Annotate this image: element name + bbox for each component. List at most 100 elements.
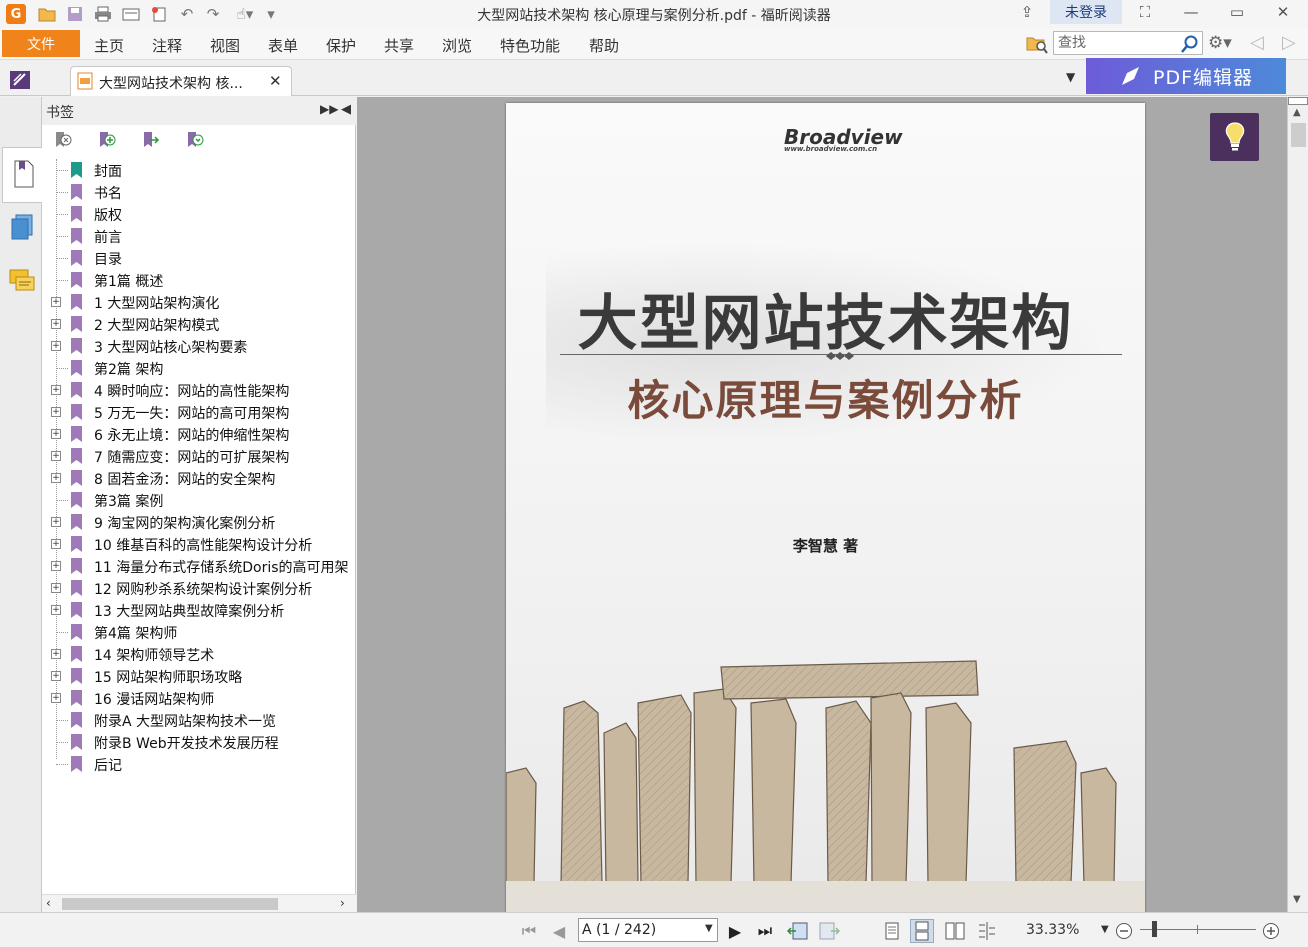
scroll-left-icon[interactable]: ‹ [46, 896, 51, 910]
bookmark-item[interactable]: +1 大型网站架构演化 [42, 291, 356, 313]
bookmark-item[interactable]: +14 架构师领导艺术 [42, 643, 356, 665]
bookmark-item[interactable]: 封面 [42, 159, 356, 181]
page-number-input[interactable] [578, 918, 718, 942]
next-result-icon[interactable]: ▷ [1282, 32, 1296, 53]
zoom-in-icon[interactable] [1259, 919, 1283, 943]
menu-home[interactable]: 主页 [94, 35, 124, 56]
menu-browse[interactable]: 浏览 [442, 35, 472, 56]
delete-bookmark-icon[interactable] [53, 130, 73, 150]
go-to-bookmark-icon[interactable] [141, 130, 161, 150]
scrollbar-thumb[interactable] [62, 898, 278, 910]
menu-form[interactable]: 表单 [268, 35, 298, 56]
continuous-view-icon[interactable] [910, 919, 934, 943]
close-tab-icon[interactable]: ✕ [269, 72, 282, 90]
scroll-up-icon[interactable]: ▲ [1293, 107, 1301, 118]
expand-bookmark-icon[interactable] [185, 130, 205, 150]
bookmark-horizontal-scrollbar[interactable]: ‹ › [42, 894, 356, 912]
document-view[interactable]: Broadview www.broadview.com.cn 大型网站技术架构 … [357, 97, 1287, 912]
expand-toggle-icon[interactable]: + [51, 429, 61, 439]
expand-toggle-icon[interactable]: + [51, 605, 61, 615]
expand-toggle-icon[interactable]: + [51, 561, 61, 571]
file-menu[interactable]: 文件 [2, 30, 80, 57]
previous-view-icon[interactable] [786, 919, 810, 943]
menu-features[interactable]: 特色功能 [500, 35, 560, 56]
menu-view[interactable]: 视图 [210, 35, 240, 56]
minimize-button[interactable]: — [1176, 1, 1206, 23]
bookmark-item[interactable]: 第3篇 案例 [42, 489, 356, 511]
first-page-icon[interactable]: ⏮ [517, 919, 541, 943]
expand-toggle-icon[interactable]: + [51, 473, 61, 483]
bookmark-item[interactable]: 第4篇 架构师 [42, 621, 356, 643]
zoom-slider-thumb[interactable] [1152, 921, 1157, 937]
zoom-slider-track[interactable] [1140, 929, 1256, 930]
comments-icon[interactable] [8, 267, 36, 295]
bookmarks-panel-tab[interactable] [2, 147, 42, 203]
last-page-icon[interactable]: ⏭ [753, 919, 777, 943]
bookmark-item[interactable]: +7 随需应变：网站的可扩展架构 [42, 445, 356, 467]
bookmark-item[interactable]: 附录A 大型网站架构技术一览 [42, 709, 356, 731]
expand-toggle-icon[interactable]: + [51, 517, 61, 527]
expand-toggle-icon[interactable]: + [51, 341, 61, 351]
zoom-out-icon[interactable] [1112, 919, 1136, 943]
bookmark-item[interactable]: +9 淘宝网的架构演化案例分析 [42, 511, 356, 533]
expand-toggle-icon[interactable]: + [51, 583, 61, 593]
bookmark-item[interactable]: +13 大型网站典型故障案例分析 [42, 599, 356, 621]
expand-toggle-icon[interactable]: + [51, 451, 61, 461]
bookmark-item[interactable]: 后记 [42, 753, 356, 775]
document-tab[interactable]: 大型网站技术架构 核... ✕ [70, 66, 292, 96]
tab-list-dropdown-icon[interactable]: ▼ [1066, 70, 1075, 84]
bookmark-item[interactable]: 版权 [42, 203, 356, 225]
bookmark-item[interactable]: 目录 [42, 247, 356, 269]
search-icon[interactable] [1180, 34, 1200, 54]
bookmark-item[interactable]: +6 永无止境：网站的伸缩性架构 [42, 423, 356, 445]
expand-toggle-icon[interactable]: + [51, 297, 61, 307]
document-vertical-scrollbar[interactable]: ▲ ▼ [1287, 97, 1308, 912]
maximize-button[interactable]: ▭ [1222, 1, 1252, 23]
bookmark-item[interactable]: +15 网站架构师职场攻略 [42, 665, 356, 687]
scroll-right-icon[interactable]: › [340, 896, 345, 910]
bookmark-item[interactable]: 书名 [42, 181, 356, 203]
expand-toggle-icon[interactable]: + [51, 319, 61, 329]
previous-result-icon[interactable]: ◁ [1250, 32, 1264, 53]
bookmark-item[interactable]: +2 大型网站架构模式 [42, 313, 356, 335]
bookmark-item[interactable]: +3 大型网站核心架构要素 [42, 335, 356, 357]
find-folder-icon[interactable] [1026, 34, 1048, 54]
page-dropdown-icon[interactable]: ▼ [705, 923, 713, 934]
scrollbar-thumb[interactable] [1291, 123, 1306, 147]
scroll-down-icon[interactable]: ▼ [1293, 894, 1301, 905]
bookmark-item[interactable]: +10 维基百科的高性能架构设计分析 [42, 533, 356, 555]
expand-panel-icon[interactable]: ▶▶ [320, 102, 338, 116]
collapse-panel-icon[interactable]: ◀ [341, 102, 351, 117]
pdf-editor-button[interactable]: PDF编辑器 [1086, 58, 1286, 94]
bookmark-item[interactable]: 第1篇 概述 [42, 269, 356, 291]
expand-toggle-icon[interactable]: + [51, 385, 61, 395]
expand-toggle-icon[interactable]: + [51, 539, 61, 549]
bookmark-item[interactable]: 第2篇 架构 [42, 357, 356, 379]
lightbulb-tip-button[interactable] [1210, 113, 1259, 161]
menu-protect[interactable]: 保护 [326, 35, 356, 56]
previous-page-icon[interactable]: ◀ [547, 919, 571, 943]
panel-menu-icon[interactable] [8, 68, 32, 92]
expand-toggle-icon[interactable]: + [51, 649, 61, 659]
bookmark-item[interactable]: +5 万无一失：网站的高可用架构 [42, 401, 356, 423]
expand-toggle-icon[interactable]: + [51, 693, 61, 703]
share-icon[interactable]: ⇪ [1012, 1, 1042, 23]
zoom-dropdown-icon[interactable]: ▼ [1101, 924, 1109, 935]
expand-toggle-icon[interactable]: + [51, 671, 61, 681]
next-page-icon[interactable]: ▶ [723, 919, 747, 943]
bookmark-item[interactable]: 附录B Web开发技术发展历程 [42, 731, 356, 753]
settings-gear-icon[interactable]: ⚙▾ [1208, 33, 1240, 55]
menu-comment[interactable]: 注释 [152, 35, 182, 56]
bookmark-item[interactable]: +11 海量分布式存储系统Doris的高可用架 [42, 555, 356, 577]
scrollbar-top-marker[interactable] [1288, 97, 1308, 105]
expand-toggle-icon[interactable]: + [51, 407, 61, 417]
pages-thumbnail-icon[interactable] [10, 213, 36, 241]
bookmark-item[interactable]: 前言 [42, 225, 356, 247]
bookmark-item[interactable]: +8 固若金汤：网站的安全架构 [42, 467, 356, 489]
bookmark-item[interactable]: +4 瞬时响应：网站的高性能架构 [42, 379, 356, 401]
single-page-view-icon[interactable] [880, 919, 904, 943]
next-view-icon[interactable] [817, 919, 841, 943]
fullscreen-icon[interactable]: ⛶ [1130, 1, 1160, 23]
add-bookmark-icon[interactable] [97, 130, 117, 150]
zoom-level[interactable]: 33.33% [1026, 922, 1079, 938]
